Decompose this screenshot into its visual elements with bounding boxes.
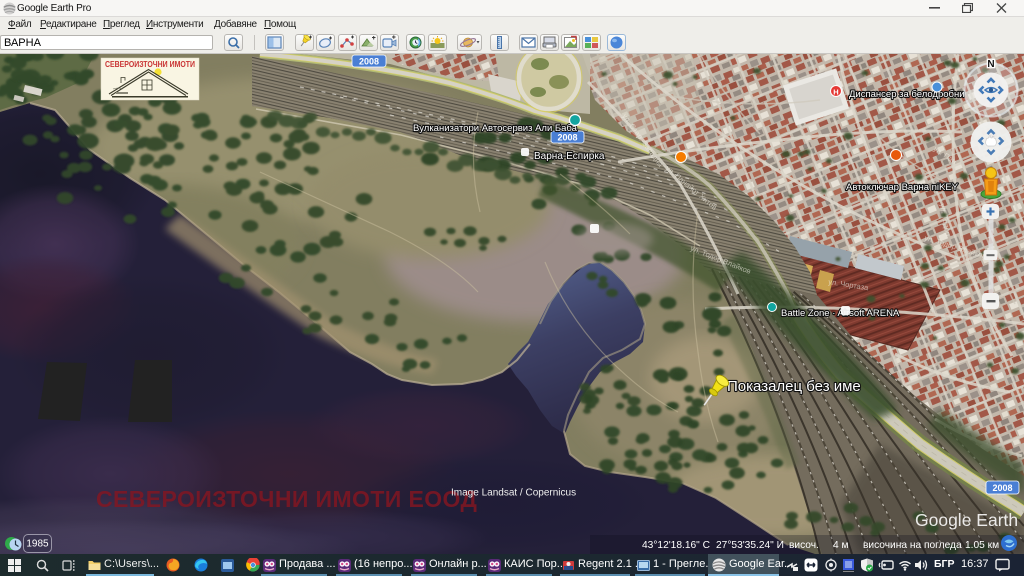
svg-text:4 м: 4 м [833,540,849,551]
svg-text:височина на погледа: височина на погледа [863,540,962,551]
svg-text:1.05 км: 1.05 км [965,540,999,551]
svg-text:височ.: височ. [789,540,819,551]
svg-text:2008: 2008 [992,483,1012,493]
svg-text:H: H [833,88,838,97]
svg-text:N: N [987,59,994,70]
svg-text:2008: 2008 [557,133,577,143]
svg-text:1985: 1985 [26,539,49,550]
svg-text:СЕВЕРОИЗТОЧНИ ИМОТИ ЕООД: СЕВЕРОИЗТОЧНИ ИМОТИ ЕООД [96,486,477,512]
svg-text:СЕВЕРОИЗТОЧНИ ИМОТИ: СЕВЕРОИЗТОЧНИ ИМОТИ [105,60,195,69]
svg-text:2008: 2008 [359,57,379,67]
svg-text:Battle Zone · Airsoft ARENA: Battle Zone · Airsoft ARENA [781,308,900,319]
svg-text:Вулканизатори Автосервиз Али Б: Вулканизатори Автосервиз Али Баба [413,123,578,134]
svg-text:27°53'35.24" И: 27°53'35.24" И [716,540,784,551]
svg-text:Варна-Еспирка: Варна-Еспирка [534,151,605,162]
svg-text:Image Landsat / Copernicus: Image Landsat / Copernicus [451,488,576,499]
svg-text:Google Earth: Google Earth [915,510,1018,530]
svg-text:Показалец без име: Показалец без име [727,378,861,395]
svg-text:43°12'18.16" С: 43°12'18.16" С [642,540,710,551]
svg-text:Диспансер за белодробни: Диспансер за белодробни [849,89,965,100]
svg-text:Автоключар Варна niKEY: Автоключар Варна niKEY [846,182,959,193]
